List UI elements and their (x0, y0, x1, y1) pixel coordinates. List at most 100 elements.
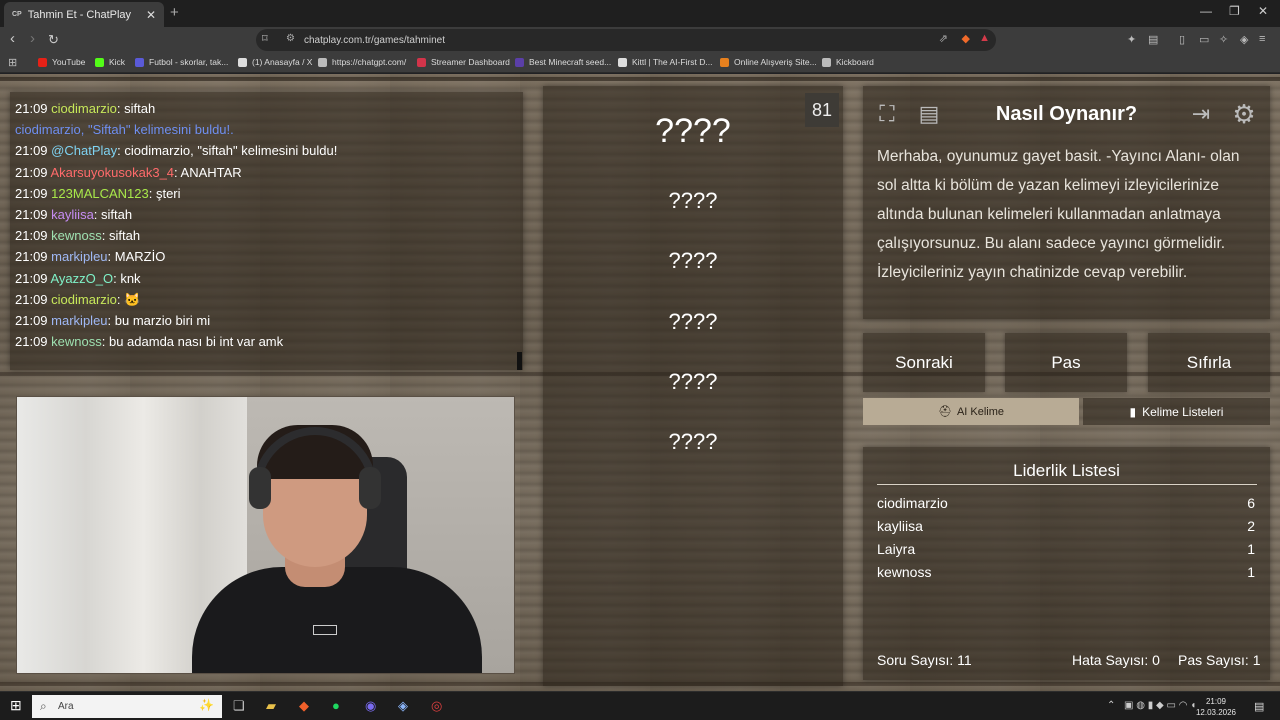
file-explorer-icon[interactable]: ▰ (266, 698, 276, 714)
player-name: kewnoss (877, 564, 932, 580)
chat-username[interactable]: markipleu (51, 249, 107, 264)
chat-message: 21:09 ciodimarzio: 🐱 (15, 292, 140, 308)
chat-message-text: siftah (101, 207, 133, 222)
back-icon[interactable]: ‹ (10, 30, 15, 47)
tab-title: Tahmin Et - ChatPlay (27, 8, 132, 21)
reset-button[interactable]: Sıfırla (1148, 333, 1270, 392)
tray-icons[interactable]: ▣ ◍ ▮ ◆ ▭ ◠ ◖ (1124, 700, 1196, 711)
word-lists-button[interactable]: ▮ Kelime Listeleri (1083, 398, 1270, 425)
chat-username[interactable]: Akarsuyokusokak3_4 (50, 165, 174, 180)
bookmark-kick[interactable]: Kick (95, 57, 125, 67)
taskbar-search[interactable]: ⌕ Ara ✨ (32, 695, 222, 718)
bookmark-online-shopping[interactable]: Online Alışveriş Site... (720, 57, 817, 67)
obs-icon[interactable]: ◎ (431, 698, 442, 714)
chat-timestamp: 21:09 (15, 249, 48, 265)
chat-timestamp: 21:09 (15, 164, 48, 180)
wood-seam (0, 77, 1280, 81)
bookmark-kickboard[interactable]: Kickboard (822, 57, 874, 67)
tray-chevron-icon[interactable]: ⌃ (1107, 700, 1115, 711)
forbidden-word: ???? (668, 188, 718, 213)
chat-username[interactable]: kewnoss (51, 334, 102, 349)
bookmarks-bar: ⊞ YouTube Kick Futbol - skorlar, tak... … (0, 53, 1280, 73)
close-tab-icon[interactable]: ✕ (146, 8, 156, 22)
address-bar[interactable]: ⌑ ⚙ chatplay.com.tr/games/tahminet ⇗ ◆ ▲ (256, 29, 996, 51)
notifications-icon[interactable]: ▤ (1254, 700, 1264, 713)
next-button[interactable]: Sonraki (863, 333, 985, 392)
new-tab-icon[interactable]: + (170, 4, 179, 21)
ai-word-button[interactable]: ⛑ AI Kelime (863, 398, 1079, 425)
chat-username[interactable]: AyazzO_O (50, 271, 113, 286)
chat-message: 21:09 ciodimarzio: siftah (15, 101, 155, 116)
chat-message-text: ciodimarzio, "siftah" kelimesini buldu! (124, 143, 338, 159)
logout-icon[interactable]: ⇥ (1184, 97, 1218, 131)
leo-ai-icon[interactable]: ✧ (1219, 33, 1228, 46)
chatplay-favicon-icon: CP (12, 11, 22, 18)
windows-start-icon[interactable]: ⊞ (10, 697, 22, 714)
browser-tab[interactable]: CP Tahmin Et - ChatPlay ✕ (4, 2, 164, 27)
chat-system-message: ciodimarzio, "Siftah" kelimesini buldu!. (15, 122, 234, 138)
url-text: chatplay.com.tr/games/tahminet (304, 34, 445, 46)
clock-time: 21:09 (1205, 697, 1227, 706)
bookmark-streamer-dashboard[interactable]: Streamer Dashboard (417, 57, 510, 67)
kittl-icon (618, 57, 627, 67)
player-score: 2 (1247, 518, 1255, 534)
chat-timestamp: 21:09 (15, 313, 48, 328)
close-window-icon[interactable]: ✕ (1258, 4, 1268, 18)
chat-username[interactable]: ciodimarzio (51, 101, 117, 116)
chat-username[interactable]: @ChatPlay (51, 143, 117, 158)
windows-taskbar: ⊞ ⌕ Ara ✨ ❏ ▰ ◆ ● ◉ ◈ ◎ ⌃ ▣ ◍ ▮ ◆ ▭ ◠ ◖ … (0, 691, 1280, 720)
chat-message-text: şteri (155, 185, 181, 201)
extensions-icon[interactable]: ✦ (1127, 33, 1136, 46)
forbidden-word: ???? (668, 248, 718, 273)
discord-icon[interactable]: ◉ (365, 698, 376, 714)
restore-icon[interactable]: ❐ (1229, 4, 1240, 18)
chat-username[interactable]: 123MALCAN123 (51, 186, 149, 201)
bookmark-icon[interactable]: ⌑ (262, 32, 268, 45)
task-view-icon[interactable]: ❏ (233, 698, 245, 714)
chat-message: 21:09 123MALCAN123: şteri (15, 186, 181, 201)
sidebar-icon[interactable]: ▯ (1179, 33, 1185, 46)
chat-separator: : (148, 185, 156, 201)
bookmark-chatgpt[interactable]: https://chatgpt.com/ (318, 57, 406, 67)
menu-icon[interactable]: ≡ (1259, 33, 1265, 45)
ai-word-label: AI Kelime (956, 405, 1005, 418)
chat-username[interactable]: markipleu (51, 313, 107, 328)
app-icon[interactable]: ◈ (398, 698, 408, 714)
brave-rewards-icon[interactable]: ▲ (979, 32, 990, 44)
tab-search-icon[interactable]: ▤ (1148, 33, 1158, 46)
chat-username[interactable]: kewnoss (51, 228, 102, 243)
brave-browser-icon[interactable]: ◆ (299, 698, 309, 714)
chat-message-text: bu adamda nası bi int var amk (108, 334, 284, 350)
wallet-icon[interactable]: ▭ (1199, 33, 1209, 46)
chat-message: 21:09 markipleu: MARZİO (15, 249, 165, 264)
chat-username[interactable]: kayliisa (51, 207, 94, 222)
chat-scrollbar[interactable] (517, 352, 522, 370)
bookmark-kittl[interactable]: Kittl | The AI-First D... (618, 57, 712, 67)
minimize-icon[interactable]: — (1200, 4, 1212, 18)
reload-icon[interactable]: ↻ (48, 32, 59, 48)
game-page: 21:09 ciodimarzio: siftah ciodimarzio, "S… (0, 74, 1280, 691)
system-clock[interactable]: 21:09 12.03.2026 (1194, 696, 1238, 718)
bookmark-youtube[interactable]: YouTube (38, 57, 85, 67)
bookmark-futbol[interactable]: Futbol - skorlar, tak... (135, 57, 228, 67)
x-icon (238, 57, 247, 67)
chat-username[interactable]: ciodimarzio (51, 292, 117, 307)
clipboard-icon: ▮ (1129, 404, 1137, 419)
chat-timestamp: 21:09 (15, 143, 48, 159)
chat-separator: : (93, 207, 102, 222)
forward-icon[interactable]: › (30, 30, 35, 47)
vpn-icon[interactable]: ◈ (1240, 33, 1248, 46)
brave-shields-icon[interactable]: ◆ (962, 32, 970, 45)
spotify-icon[interactable]: ● (332, 698, 340, 713)
forbidden-word: ???? (668, 429, 718, 454)
settings-gear-icon[interactable]: ⚙ (1227, 97, 1261, 131)
bookmark-minecraft[interactable]: Best Minecraft seed... (515, 57, 611, 67)
chatgpt-icon (318, 57, 327, 67)
leaderboard-title: Liderlik Listesi (1013, 461, 1120, 480)
share-icon[interactable]: ⇗ (939, 32, 948, 45)
pass-button[interactable]: Pas (1005, 333, 1127, 392)
site-settings-icon[interactable]: ⚙ (286, 33, 295, 44)
apps-grid-icon[interactable]: ⊞ (8, 56, 17, 69)
bookmark-x[interactable]: (1) Anasayfa / X (238, 57, 312, 67)
main-word: ???? (655, 112, 731, 150)
